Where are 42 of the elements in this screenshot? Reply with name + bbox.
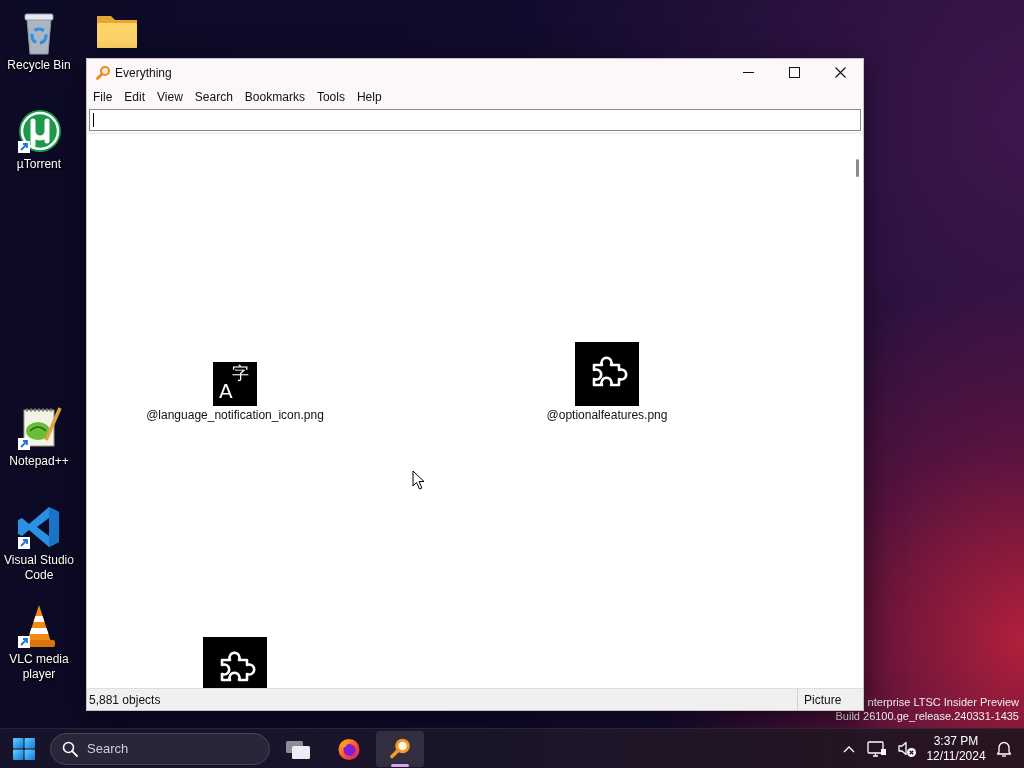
notepad-icon[interactable]	[15, 404, 63, 452]
menu-item[interactable]: File	[87, 88, 119, 106]
build-info-text: nterprise LTSC Insider Preview	[867, 695, 1019, 709]
desktop-icon-label: Visual Studio Code	[3, 553, 75, 583]
desktop-icon-label: Recycle Bin	[6, 58, 72, 73]
menu-item[interactable]: Search	[188, 88, 239, 106]
clock-date[interactable]: 12/11/2024	[926, 748, 986, 764]
desktop-icon-label: VLC media player	[8, 652, 70, 682]
close-icon	[834, 67, 846, 78]
windows-logo-icon	[13, 737, 35, 760]
menu-item[interactable]: Bookmarks	[238, 88, 311, 106]
menu-item[interactable]: Help	[350, 88, 388, 106]
puzzle-icon[interactable]	[203, 637, 267, 688]
firefox-icon	[337, 736, 361, 761]
menu-item[interactable]: View	[151, 88, 189, 106]
language-icon[interactable]: A 字	[213, 362, 257, 406]
maximize-icon	[788, 67, 800, 78]
filter-label: Picture	[804, 692, 842, 707]
search-field[interactable]	[89, 109, 861, 131]
desktop-icon-label: Notepad++	[8, 454, 70, 469]
utorrent-icon[interactable]	[15, 107, 63, 155]
bell-icon	[996, 739, 1012, 758]
file-name[interactable]: @optionalfeatures.png	[546, 408, 668, 423]
file-name[interactable]: @language_notification_icon.png	[146, 408, 324, 423]
clock-time[interactable]: 3:37 PM	[933, 733, 979, 749]
scrollbar-thumb[interactable]	[855, 159, 859, 177]
taskbar-app-button[interactable]	[376, 730, 424, 767]
chevron-up-icon	[843, 744, 855, 753]
search-box[interactable]: Search	[50, 732, 270, 765]
window-title: Everything	[115, 65, 172, 80]
object-count: 5,881 objects	[88, 692, 161, 707]
search-icon	[62, 740, 78, 757]
magnifier-icon	[388, 736, 412, 761]
desktop-icon-label: µTorrent	[15, 157, 63, 172]
menu-item[interactable]: Tools	[310, 88, 351, 106]
build-info-text: Build 26100.ge_release.240331-1435	[835, 709, 1019, 723]
text-caret	[93, 113, 94, 127]
magnifier-icon	[95, 64, 111, 81]
menu-item[interactable]: Edit	[118, 88, 152, 106]
network-monitor-icon	[867, 739, 887, 758]
puzzle-icon[interactable]	[575, 342, 639, 406]
mouse-pointer-icon	[412, 470, 425, 490]
